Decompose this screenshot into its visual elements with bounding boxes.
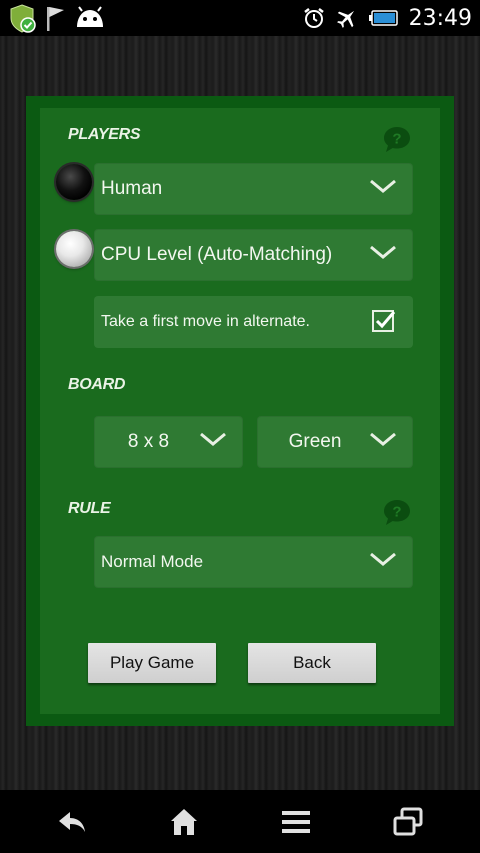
back-button[interactable]: Back xyxy=(248,643,376,683)
rule-mode-dropdown[interactable]: Normal Mode xyxy=(94,536,413,588)
chevron-down-icon xyxy=(369,431,397,453)
menu-icon[interactable] xyxy=(280,806,312,838)
board-size-dropdown[interactable]: 8 x 8 xyxy=(94,416,243,468)
player2-dropdown[interactable]: CPU Level (Auto-Matching) xyxy=(94,229,413,281)
player1-stone-radio[interactable] xyxy=(56,164,92,200)
help-icon[interactable]: ? xyxy=(382,497,412,532)
flag-icon xyxy=(44,4,66,32)
play-game-button[interactable]: Play Game xyxy=(88,643,216,683)
alarm-icon xyxy=(303,7,325,29)
player2-stone-radio[interactable] xyxy=(56,231,92,267)
svg-text:?: ? xyxy=(392,504,401,521)
board-color-dropdown[interactable]: Green xyxy=(257,416,413,468)
navigation-bar xyxy=(0,790,480,853)
chevron-down-icon xyxy=(369,178,397,200)
chevron-down-icon xyxy=(199,431,227,453)
rule-section-label: RULE xyxy=(68,500,111,517)
status-bar: 23:49 xyxy=(0,0,480,36)
player1-dropdown[interactable]: Human xyxy=(94,163,413,215)
clock: 23:49 xyxy=(408,5,472,31)
airplane-icon xyxy=(335,7,359,29)
battery-icon xyxy=(368,9,399,27)
shield-check-icon xyxy=(8,3,36,33)
recent-apps-icon[interactable] xyxy=(392,806,424,838)
android-icon xyxy=(74,5,106,31)
back-icon[interactable] xyxy=(56,806,88,838)
alternate-first-move-label: Take a first move in alternate. xyxy=(101,313,310,330)
players-section-label: PLAYERS xyxy=(68,126,141,143)
alternate-first-move-checkbox[interactable] xyxy=(372,309,396,333)
board-section-label: BOARD xyxy=(68,376,126,393)
rule-mode-value: Normal Mode xyxy=(101,552,204,571)
home-icon[interactable] xyxy=(168,806,200,838)
board-color-value: Green xyxy=(288,431,342,452)
player2-value: CPU Level (Auto-Matching) xyxy=(101,244,333,265)
player1-value: Human xyxy=(101,178,163,199)
chevron-down-icon xyxy=(369,244,397,266)
svg-text:?: ? xyxy=(392,131,401,148)
help-icon[interactable]: ? xyxy=(382,124,412,159)
chevron-down-icon xyxy=(369,551,397,573)
alternate-first-move-row[interactable]: Take a first move in alternate. xyxy=(94,296,413,348)
board-size-value: 8 x 8 xyxy=(127,431,170,452)
